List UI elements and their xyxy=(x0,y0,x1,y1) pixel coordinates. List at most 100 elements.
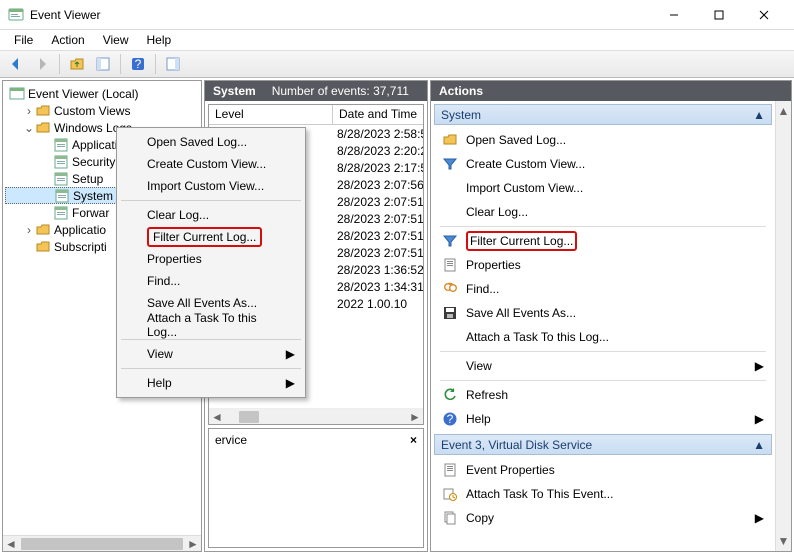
submenu-icon: ▶ xyxy=(755,412,764,426)
action-item[interactable]: Refresh xyxy=(434,383,772,407)
menu-view[interactable]: View xyxy=(95,32,137,48)
forward-button[interactable] xyxy=(30,53,54,75)
none-icon xyxy=(442,204,458,220)
collapse-icon[interactable]: ▲ xyxy=(753,108,765,122)
tree-root[interactable]: Event Viewer (Local) xyxy=(5,85,199,102)
context-item[interactable]: Help▶ xyxy=(119,372,303,394)
action-item[interactable]: Save All Events As... xyxy=(434,301,772,325)
action-item[interactable]: Properties xyxy=(434,253,772,277)
scroll-right-icon[interactable]: ► xyxy=(185,536,201,552)
context-item[interactable]: Find... xyxy=(119,270,303,292)
action-item[interactable]: View▶ xyxy=(434,354,772,378)
none-icon xyxy=(442,180,458,196)
log-icon xyxy=(53,171,69,187)
context-label: View xyxy=(147,347,173,361)
context-item[interactable]: Create Custom View... xyxy=(119,153,303,175)
expand-icon[interactable]: › xyxy=(23,104,35,118)
actions-section-event[interactable]: Event 3, Virtual Disk Service ▲ xyxy=(434,434,772,455)
tree-label: Subscripti xyxy=(54,240,107,254)
filter-icon xyxy=(442,156,458,172)
action-label: Save All Events As... xyxy=(466,306,576,320)
tree-hscrollbar[interactable]: ◄ ► xyxy=(3,535,201,551)
action-label: Copy xyxy=(466,511,494,525)
tree-item[interactable]: › Custom Views xyxy=(5,102,199,119)
actions-section-system[interactable]: System ▲ xyxy=(434,104,772,125)
context-item[interactable]: Attach a Task To this Log... xyxy=(119,314,303,336)
copy-icon xyxy=(442,510,458,526)
tree-label: Setup xyxy=(72,172,103,186)
folder-icon xyxy=(35,239,51,255)
menu-file[interactable]: File xyxy=(6,32,41,48)
action-item[interactable]: Find... xyxy=(434,277,772,301)
folder-icon xyxy=(35,103,51,119)
console-tree-button[interactable] xyxy=(91,53,115,75)
close-icon[interactable]: × xyxy=(410,433,417,447)
action-item[interactable]: Event Properties xyxy=(434,458,772,482)
context-label: Save All Events As... xyxy=(147,296,257,310)
action-item[interactable]: Open Saved Log... xyxy=(434,128,772,152)
context-label: Open Saved Log... xyxy=(147,135,247,149)
expand-icon[interactable]: › xyxy=(23,223,35,237)
action-item[interactable]: Create Custom View... xyxy=(434,152,772,176)
separator-icon xyxy=(120,54,121,74)
context-item[interactable]: Open Saved Log... xyxy=(119,131,303,153)
context-label: Filter Current Log... xyxy=(153,230,256,244)
context-item[interactable]: Clear Log... xyxy=(119,204,303,226)
back-button[interactable] xyxy=(4,53,28,75)
tree-label: Custom Views xyxy=(54,104,130,118)
datetime-text: 28/2023 2:07:51 xyxy=(333,246,423,260)
help-button[interactable]: ? xyxy=(126,53,150,75)
action-label: Open Saved Log... xyxy=(466,133,566,147)
folder-icon xyxy=(35,120,51,136)
menu-action[interactable]: Action xyxy=(43,32,92,48)
context-item[interactable]: View ▶ xyxy=(119,343,303,365)
separator xyxy=(121,200,301,201)
context-item[interactable]: Filter Current Log... xyxy=(119,226,303,248)
window-title: Event Viewer xyxy=(30,8,651,22)
grid-hscrollbar[interactable]: ◄ ► xyxy=(209,408,423,424)
context-item[interactable]: Import Custom View... xyxy=(119,175,303,197)
close-button[interactable] xyxy=(741,0,786,29)
scroll-down-icon[interactable]: ▼ xyxy=(776,533,792,549)
context-label: Attach a Task To this Log... xyxy=(147,311,285,339)
scroll-left-icon[interactable]: ◄ xyxy=(3,536,19,552)
datetime-text: 8/28/2023 2:20:25 xyxy=(333,144,423,158)
context-label: Find... xyxy=(147,274,180,288)
collapse-icon[interactable]: ▲ xyxy=(753,438,765,452)
tree-label: Security xyxy=(72,155,115,169)
titlebar: Event Viewer xyxy=(0,0,794,30)
tree-label: System xyxy=(73,189,113,203)
section-label: Event 3, Virtual Disk Service xyxy=(441,438,592,452)
props-icon xyxy=(442,257,458,273)
col-level[interactable]: Level xyxy=(209,105,333,124)
action-item[interactable]: Filter Current Log... xyxy=(434,229,772,253)
help-icon: ? xyxy=(442,411,458,427)
log-icon xyxy=(53,154,69,170)
context-item[interactable]: Properties xyxy=(119,248,303,270)
action-item[interactable]: Attach a Task To this Log... xyxy=(434,325,772,349)
submenu-icon: ▶ xyxy=(286,347,295,361)
action-item[interactable]: Clear Log... xyxy=(434,200,772,224)
menu-help[interactable]: Help xyxy=(139,32,180,48)
submenu-icon: ▶ xyxy=(286,376,295,390)
scroll-right-icon[interactable]: ► xyxy=(407,409,423,425)
actions-vscrollbar[interactable]: ▲ ▼ xyxy=(775,101,791,551)
minimize-button[interactable] xyxy=(651,0,696,29)
scroll-up-icon[interactable]: ▲ xyxy=(776,103,792,119)
action-item[interactable]: Copy▶ xyxy=(434,506,772,530)
folder-up-button[interactable] xyxy=(65,53,89,75)
maximize-button[interactable] xyxy=(696,0,741,29)
log-icon xyxy=(54,188,70,204)
props-icon xyxy=(442,462,458,478)
action-item[interactable]: ?Help▶ xyxy=(434,407,772,431)
scroll-thumb[interactable] xyxy=(21,538,183,550)
expand-icon[interactable]: ⌄ xyxy=(23,121,35,135)
datetime-text: 2022 1.00.10 xyxy=(333,297,423,311)
scroll-thumb[interactable] xyxy=(239,411,259,423)
action-item[interactable]: Import Custom View... xyxy=(434,176,772,200)
scroll-left-icon[interactable]: ◄ xyxy=(209,409,225,425)
action-pane-button[interactable] xyxy=(161,53,185,75)
action-label: Create Custom View... xyxy=(466,157,585,171)
action-item[interactable]: Attach Task To This Event... xyxy=(434,482,772,506)
col-datetime[interactable]: Date and Time xyxy=(333,105,423,124)
